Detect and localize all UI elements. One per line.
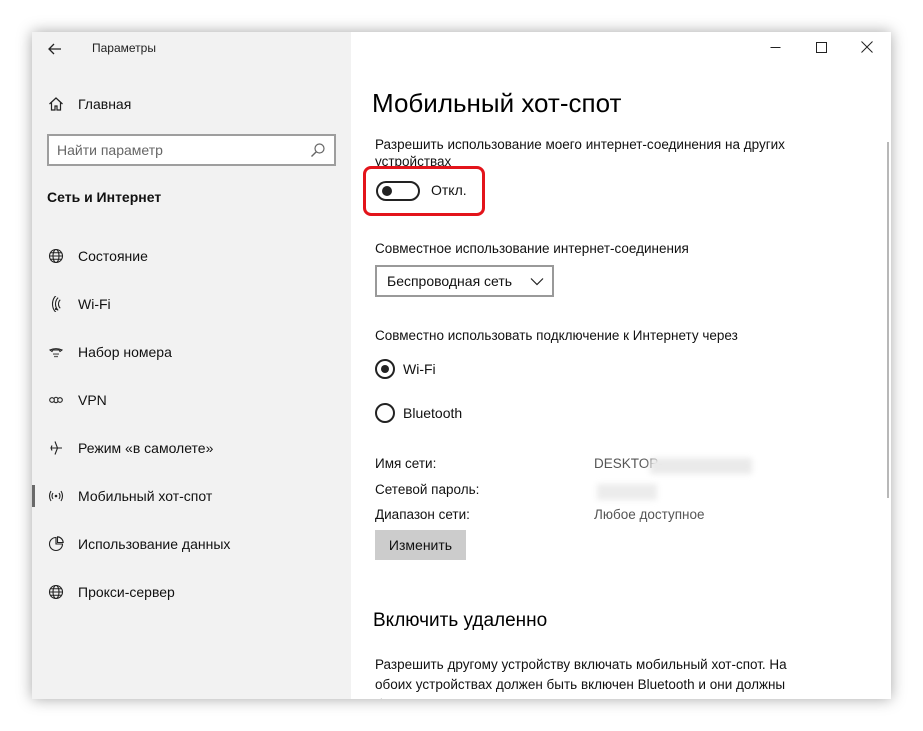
chevron-down-icon xyxy=(530,278,544,286)
sidebar-item-label: Прокси-сервер xyxy=(78,584,175,600)
sidebar-item-wifi[interactable]: Wi-Fi xyxy=(32,284,351,324)
dialup-icon xyxy=(47,343,65,361)
share-from-dropdown[interactable]: Беспроводная сеть xyxy=(375,265,554,297)
close-icon xyxy=(861,41,873,53)
radio-wifi[interactable] xyxy=(375,359,395,379)
radio-wifi-label[interactable]: Wi-Fi xyxy=(403,361,436,377)
dropdown-value: Беспроводная сеть xyxy=(387,273,513,289)
app-title: Параметры xyxy=(92,41,156,55)
maximize-button[interactable] xyxy=(798,32,844,62)
red-highlight-frame xyxy=(363,166,485,216)
back-button[interactable] xyxy=(44,38,66,60)
search-box[interactable] xyxy=(47,134,336,166)
home-icon xyxy=(47,95,65,113)
network-name-label: Имя сети: xyxy=(375,456,437,471)
maximize-icon xyxy=(815,41,827,53)
sidebar-item-status[interactable]: Состояние xyxy=(32,236,351,276)
band-label: Диапазон сети: xyxy=(375,507,470,522)
globe-icon xyxy=(47,247,65,265)
sidebar-item-label: Состояние xyxy=(78,248,148,264)
back-arrow-icon xyxy=(48,43,61,55)
hotspot-icon xyxy=(47,487,65,505)
sidebar-item-dialup[interactable]: Набор номера xyxy=(32,332,351,372)
radio-selected-dot xyxy=(381,365,389,373)
close-button[interactable] xyxy=(844,32,890,62)
band-value: Любое доступное xyxy=(594,507,705,522)
sidebar-item-mobile-hotspot[interactable]: Мобильный хот-спот xyxy=(32,476,351,516)
share-over-label: Совместно использовать подключение к Инт… xyxy=(375,328,738,343)
section-title: Сеть и Интернет xyxy=(47,189,162,205)
remote-description: Разрешить другому устройству включать мо… xyxy=(375,657,787,699)
minimize-button[interactable] xyxy=(752,32,798,62)
page-title: Мобильный хот-спот xyxy=(372,88,622,118)
edit-button[interactable]: Изменить xyxy=(375,530,466,560)
sidebar-item-label: Набор номера xyxy=(78,344,172,360)
search-icon[interactable] xyxy=(310,142,326,158)
share-description: Разрешить использование моего интернет-с… xyxy=(375,137,785,166)
sidebar-item-label: Мобильный хот-спот xyxy=(78,488,213,504)
remote-section-title: Включить удаленно xyxy=(373,610,548,631)
sidebar-item-label: Главная xyxy=(78,96,132,112)
blurred-network-name xyxy=(650,458,752,474)
radio-bluetooth[interactable] xyxy=(375,403,395,423)
minimize-icon xyxy=(770,46,780,48)
scrollbar[interactable] xyxy=(887,142,889,498)
sidebar-item-label: Режим «в самолете» xyxy=(78,440,214,456)
sidebar-item-vpn[interactable]: VPN xyxy=(32,380,351,420)
blurred-password xyxy=(597,484,657,500)
sidebar: Параметры Главная Сеть и Интернет Состоя… xyxy=(32,32,351,699)
sidebar-item-label: VPN xyxy=(78,392,107,408)
radio-bluetooth-label[interactable]: Bluetooth xyxy=(403,405,462,421)
airplane-icon xyxy=(47,439,65,457)
sidebar-item-home[interactable]: Главная xyxy=(32,84,351,124)
data-usage-icon xyxy=(47,535,65,553)
sidebar-item-data-usage[interactable]: Использование данных xyxy=(32,524,351,564)
globe-icon xyxy=(47,583,65,601)
main-content: Мобильный хот-спот Разрешить использован… xyxy=(351,32,891,699)
search-input[interactable] xyxy=(57,140,297,160)
share-from-label: Совместное использование интернет-соедин… xyxy=(375,241,689,256)
wifi-icon xyxy=(47,295,65,313)
settings-window: Параметры Главная Сеть и Интернет Состоя… xyxy=(32,32,891,699)
vpn-icon xyxy=(47,391,65,409)
password-label: Сетевой пароль: xyxy=(375,482,480,497)
sidebar-item-airplane[interactable]: Режим «в самолете» xyxy=(32,428,351,468)
sidebar-item-label: Wi-Fi xyxy=(78,296,111,312)
sidebar-item-label: Использование данных xyxy=(78,536,231,552)
sidebar-item-proxy[interactable]: Прокси-сервер xyxy=(32,572,351,612)
